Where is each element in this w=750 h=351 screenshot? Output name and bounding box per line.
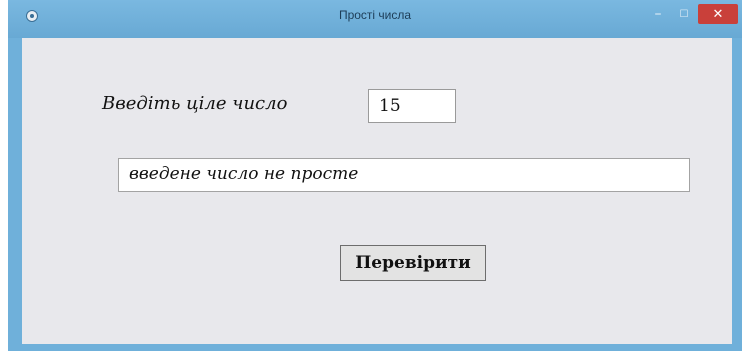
title-bar[interactable]: Прості числа – ☐ ✕ (8, 0, 742, 38)
close-button[interactable]: ✕ (698, 4, 738, 24)
app-window: Прості числа – ☐ ✕ Введіть ціле число вв… (8, 0, 742, 351)
result-field: введене число не просте (118, 158, 690, 192)
minimize-icon: – (654, 6, 662, 22)
window-title: Прості числа (338, 8, 412, 22)
close-icon: ✕ (712, 6, 724, 22)
prompt-label: Введіть ціле число (102, 93, 288, 114)
number-input[interactable] (368, 89, 456, 123)
maximize-icon: ☐ (679, 8, 689, 20)
maximize-button[interactable]: ☐ (672, 4, 696, 24)
minimize-button[interactable]: – (646, 4, 670, 24)
check-button[interactable]: Перевірити (340, 245, 486, 281)
form-panel: Введіть ціле число введене число не прос… (22, 38, 732, 344)
